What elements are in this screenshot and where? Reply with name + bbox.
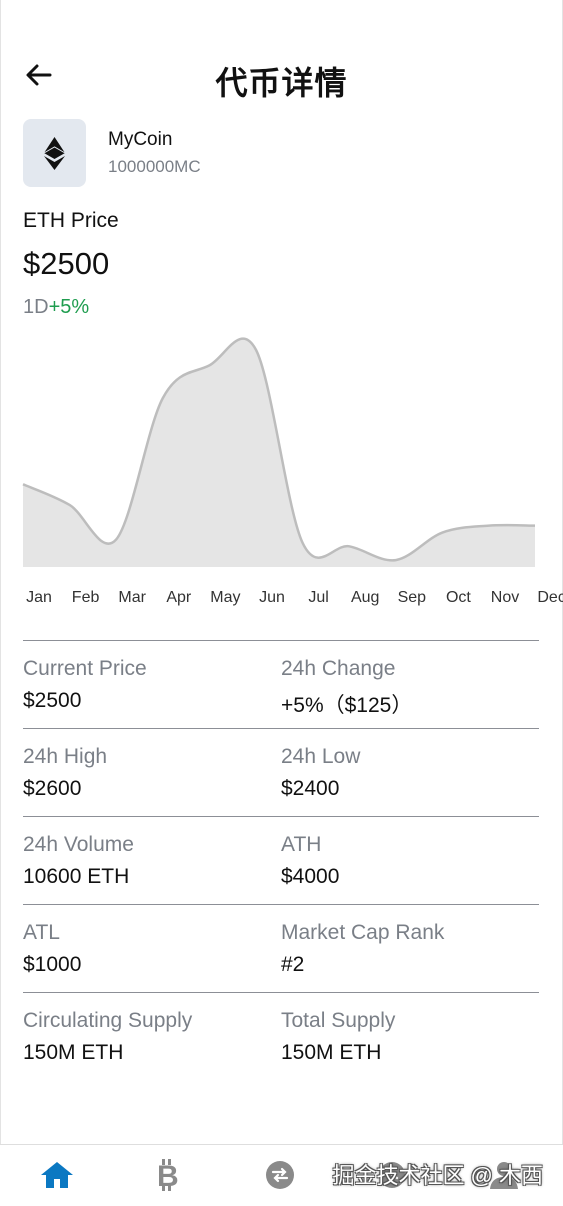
price-value: $2500 <box>23 246 110 281</box>
stat-value: $2500 <box>23 689 82 712</box>
stat-cell: 24h Low $2400 <box>281 745 531 801</box>
price-change: 1D+5% <box>23 296 89 319</box>
svg-text:B: B <box>157 1160 179 1192</box>
stats-row: ATL $1000 Market Cap Rank #2 <box>23 904 539 992</box>
x-tick-label: May <box>210 589 240 606</box>
x-axis-labels: Jan Feb Mar Apr May Jun Jul Aug Sep Oct Nov Dec <box>26 589 563 606</box>
stat-label: Current Price <box>23 657 147 680</box>
stat-value: +5%（$125） <box>281 694 413 717</box>
x-tick-label: Jun <box>259 589 285 606</box>
home-icon <box>41 1162 73 1188</box>
stat-cell: 24h Change +5%（$125） <box>281 657 531 719</box>
stat-label: ATH <box>281 833 322 856</box>
x-tick-label: Aug <box>351 589 379 606</box>
stat-label: 24h Volume <box>23 833 134 856</box>
coin-name: MyCoin <box>108 129 173 150</box>
stat-cell: 24h Volume 10600 ETH <box>23 833 273 889</box>
tab-bitcoin[interactable]: B <box>148 1155 188 1195</box>
x-tick-label: Nov <box>491 589 519 606</box>
stat-label: Circulating Supply <box>23 1009 193 1032</box>
x-tick-label: Oct <box>446 589 471 606</box>
price-label: ETH Price <box>23 209 119 232</box>
watermark: 掘金技术社区 @ 木西 <box>332 1163 543 1188</box>
stat-cell: ATH $4000 <box>281 833 531 889</box>
swap-icon <box>266 1161 294 1189</box>
tab-home[interactable] <box>37 1155 77 1195</box>
stat-cell: 24h High $2600 <box>23 745 273 801</box>
stats-row: 24h High $2600 24h Low $2400 <box>23 728 539 816</box>
x-tick-label: Apr <box>166 589 192 606</box>
header: 代币详情 <box>0 48 563 108</box>
tab-swap[interactable] <box>260 1155 300 1195</box>
stat-value: 150M ETH <box>23 1041 124 1064</box>
stat-label: Total Supply <box>281 1009 396 1032</box>
stats-row: 24h Volume 10600 ETH ATH $4000 <box>23 816 539 904</box>
stat-value: 10600 ETH <box>23 865 130 888</box>
page-title: 代币详情 <box>215 65 348 101</box>
stat-cell: Market Cap Rank #2 <box>281 921 531 977</box>
stat-label: Market Cap Rank <box>281 921 445 944</box>
x-tick-label: Feb <box>72 589 100 606</box>
stat-value: $1000 <box>23 953 82 976</box>
x-tick-label: Dec <box>537 589 563 606</box>
coin-logo <box>23 119 86 187</box>
stats-row: Current Price $2500 24h Change +5%（$125） <box>23 640 539 728</box>
x-tick-label: Mar <box>118 589 146 606</box>
stat-value: $2600 <box>23 777 82 800</box>
stat-cell: Circulating Supply 150M ETH <box>23 1009 273 1065</box>
x-tick-label: Jan <box>26 589 52 606</box>
stat-label: ATL <box>23 921 60 944</box>
stat-value: $2400 <box>281 777 340 800</box>
stat-label: 24h Low <box>281 745 361 768</box>
stat-cell: Total Supply 150M ETH <box>281 1009 531 1065</box>
change-percent: +5% <box>48 296 90 318</box>
stat-value: #2 <box>281 953 305 976</box>
stats-row: Circulating Supply 150M ETH Total Supply 15… <box>23 992 539 1080</box>
coin-supply: 1000000MC <box>108 157 201 176</box>
x-tick-label: Sep <box>398 589 427 606</box>
stat-cell: ATL $1000 <box>23 921 273 977</box>
stats-table: Current Price $2500 24h Change +5%（$125） 24h… <box>23 640 539 1080</box>
bitcoin-icon: B <box>157 1159 179 1192</box>
stat-value: $4000 <box>281 865 340 888</box>
price-chart: Jan Feb Mar Apr May Jun Jul Aug Sep Oct Nov Dec <box>22 337 563 606</box>
stat-label: 24h High <box>23 745 108 768</box>
chart-area-fill <box>23 338 535 567</box>
x-tick-label: Jul <box>308 589 328 606</box>
stat-label: 24h Change <box>281 657 396 680</box>
ethereum-icon <box>43 137 66 170</box>
stat-cell: Current Price $2500 <box>23 657 273 713</box>
change-period: 1D <box>23 296 49 318</box>
stat-value: 150M ETH <box>281 1041 382 1064</box>
